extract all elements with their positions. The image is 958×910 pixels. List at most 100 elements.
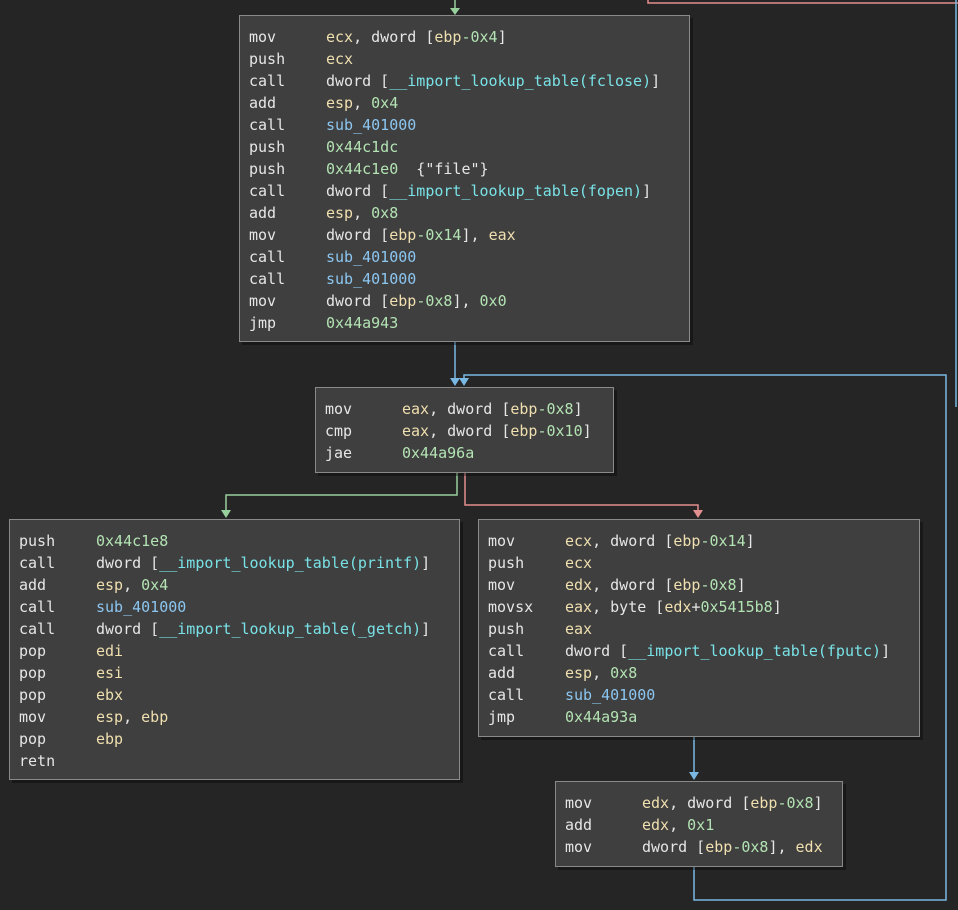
instruction-line[interactable]: mov esp, ebp bbox=[19, 706, 450, 728]
instruction-line[interactable]: mov edx, dword [ebp-0x8] bbox=[565, 792, 833, 814]
register-token[interactable]: esp bbox=[96, 708, 123, 726]
register-token[interactable]: ebp bbox=[750, 794, 777, 812]
register-token[interactable]: ebp bbox=[510, 422, 537, 440]
register-token[interactable]: esp bbox=[96, 576, 123, 594]
instruction-mnemonic[interactable]: retn bbox=[19, 750, 96, 772]
instruction-mnemonic[interactable]: mov bbox=[249, 224, 326, 246]
register-token[interactable]: ebp bbox=[96, 730, 123, 748]
instruction-line[interactable]: pop ebx bbox=[19, 684, 450, 706]
register-token[interactable]: edx bbox=[796, 838, 823, 856]
instruction-line[interactable]: call dword [__import_lookup_table(_getch)… bbox=[19, 618, 450, 640]
register-token[interactable]: ecx bbox=[565, 554, 592, 572]
instruction-mnemonic[interactable]: add bbox=[488, 662, 565, 684]
register-token[interactable]: ecx bbox=[565, 532, 592, 550]
register-token[interactable]: ecx bbox=[326, 50, 353, 68]
instruction-line[interactable]: mov ecx, dword [ebp-0x14] bbox=[488, 530, 910, 552]
basic-block-loop-condition[interactable]: mov eax, dword [ebp-0x8] cmp eax, dword [eb… bbox=[315, 387, 614, 473]
instruction-mnemonic[interactable]: pop bbox=[19, 662, 96, 684]
instruction-line[interactable]: movsx eax, byte [edx+0x5415b8] bbox=[488, 596, 910, 618]
immediate-token[interactable]: 0x44a93a bbox=[565, 708, 637, 726]
instruction-mnemonic[interactable]: pop bbox=[19, 728, 96, 750]
import-symbol-token[interactable]: __import_lookup_table(fclose) bbox=[389, 72, 651, 90]
immediate-token[interactable]: 0x44a96a bbox=[402, 444, 474, 462]
instruction-mnemonic[interactable]: mov bbox=[565, 792, 642, 814]
immediate-token[interactable]: 0x0 bbox=[480, 292, 507, 310]
register-token[interactable]: edx bbox=[642, 794, 669, 812]
immediate-token[interactable]: -0x8 bbox=[700, 576, 736, 594]
instruction-line[interactable]: call sub_401000 bbox=[249, 268, 680, 290]
immediate-token[interactable]: -0x8 bbox=[732, 838, 768, 856]
immediate-token[interactable]: 0x44c1e0 bbox=[326, 160, 398, 178]
subroutine-link[interactable]: sub_401000 bbox=[326, 248, 416, 266]
instruction-mnemonic[interactable]: call bbox=[249, 246, 326, 268]
instruction-line[interactable]: mov edx, dword [ebp-0x8] bbox=[488, 574, 910, 596]
instruction-line[interactable]: mov dword [ebp-0x8], 0x0 bbox=[249, 290, 680, 312]
import-symbol-token[interactable]: __import_lookup_table(printf) bbox=[159, 554, 421, 572]
instruction-mnemonic[interactable]: push bbox=[249, 158, 326, 180]
immediate-token[interactable]: -0x4 bbox=[461, 28, 497, 46]
immediate-token[interactable]: 0x44c1e8 bbox=[96, 532, 168, 550]
instruction-line[interactable]: call dword [__import_lookup_table(fputc)] bbox=[488, 640, 910, 662]
instruction-line[interactable]: call sub_401000 bbox=[249, 114, 680, 136]
register-token[interactable]: ebp bbox=[673, 576, 700, 594]
instruction-mnemonic[interactable]: add bbox=[565, 814, 642, 836]
register-token[interactable]: esp bbox=[565, 664, 592, 682]
register-token[interactable]: esi bbox=[96, 664, 123, 682]
basic-block-file-setup[interactable]: mov ecx, dword [ebp-0x4] push ecx call dword … bbox=[239, 15, 690, 342]
immediate-token[interactable]: 0x8 bbox=[610, 664, 637, 682]
instruction-mnemonic[interactable]: add bbox=[249, 202, 326, 224]
instruction-mnemonic[interactable]: push bbox=[19, 530, 96, 552]
register-token[interactable]: ebp bbox=[389, 226, 416, 244]
subroutine-link[interactable]: sub_401000 bbox=[326, 116, 416, 134]
register-token[interactable]: ebp bbox=[141, 708, 168, 726]
register-token[interactable]: esp bbox=[326, 94, 353, 112]
instruction-mnemonic[interactable]: call bbox=[249, 70, 326, 92]
instruction-line[interactable]: call sub_401000 bbox=[488, 684, 910, 706]
instruction-mnemonic[interactable]: mov bbox=[19, 706, 96, 728]
immediate-token[interactable]: -0x8 bbox=[537, 400, 573, 418]
instruction-line[interactable]: call dword [__import_lookup_table(printf)… bbox=[19, 552, 450, 574]
immediate-token[interactable]: 0x44a943 bbox=[326, 314, 398, 332]
instruction-mnemonic[interactable]: jae bbox=[325, 442, 402, 464]
instruction-line[interactable]: push 0x44c1e8 bbox=[19, 530, 450, 552]
instruction-mnemonic[interactable]: mov bbox=[488, 530, 565, 552]
instruction-mnemonic[interactable]: pop bbox=[19, 640, 96, 662]
instruction-mnemonic[interactable]: add bbox=[249, 92, 326, 114]
immediate-token[interactable]: -0x8 bbox=[777, 794, 813, 812]
import-symbol-token[interactable]: __import_lookup_table(fopen) bbox=[389, 182, 642, 200]
instruction-mnemonic[interactable]: push bbox=[488, 552, 565, 574]
instruction-mnemonic[interactable]: call bbox=[488, 640, 565, 662]
instruction-line[interactable]: call sub_401000 bbox=[249, 246, 680, 268]
subroutine-link[interactable]: sub_401000 bbox=[565, 686, 655, 704]
instruction-line[interactable]: push 0x44c1dc bbox=[249, 136, 680, 158]
instruction-mnemonic[interactable]: pop bbox=[19, 684, 96, 706]
instruction-mnemonic[interactable]: movsx bbox=[488, 596, 565, 618]
immediate-token[interactable]: -0x10 bbox=[537, 422, 582, 440]
immediate-token[interactable]: 0x4 bbox=[141, 576, 168, 594]
import-symbol-token[interactable]: __import_lookup_table(_getch) bbox=[159, 620, 421, 638]
instruction-mnemonic[interactable]: call bbox=[19, 552, 96, 574]
instruction-mnemonic[interactable]: push bbox=[488, 618, 565, 640]
instruction-line[interactable]: mov dword [ebp-0x14], eax bbox=[249, 224, 680, 246]
basic-block-loop-body[interactable]: mov ecx, dword [ebp-0x14] push ecx mov edx, d… bbox=[478, 519, 920, 737]
register-token[interactable]: edx bbox=[642, 816, 669, 834]
immediate-token[interactable]: 0x8 bbox=[371, 204, 398, 222]
instruction-line[interactable]: call dword [__import_lookup_table(fopen)] bbox=[249, 180, 680, 202]
instruction-mnemonic[interactable]: cmp bbox=[325, 420, 402, 442]
register-token[interactable]: eax bbox=[565, 598, 592, 616]
register-token[interactable]: eax bbox=[402, 422, 429, 440]
immediate-token[interactable]: 0x1 bbox=[687, 816, 714, 834]
register-token[interactable]: eax bbox=[402, 400, 429, 418]
register-token[interactable]: eax bbox=[489, 226, 516, 244]
instruction-mnemonic[interactable]: jmp bbox=[488, 706, 565, 728]
basic-block-increment[interactable]: mov edx, dword [ebp-0x8] add edx, 0x1 mov dwo… bbox=[555, 781, 843, 867]
register-token[interactable]: esp bbox=[326, 204, 353, 222]
register-token[interactable]: edi bbox=[96, 642, 123, 660]
instruction-line[interactable]: call sub_401000 bbox=[19, 596, 450, 618]
instruction-line[interactable]: add esp, 0x4 bbox=[249, 92, 680, 114]
register-token[interactable]: ebx bbox=[96, 686, 123, 704]
instruction-line[interactable]: add edx, 0x1 bbox=[565, 814, 833, 836]
instruction-line[interactable]: mov ecx, dword [ebp-0x4] bbox=[249, 26, 680, 48]
instruction-line[interactable]: jmp 0x44a93a bbox=[488, 706, 910, 728]
instruction-line[interactable]: pop edi bbox=[19, 640, 450, 662]
